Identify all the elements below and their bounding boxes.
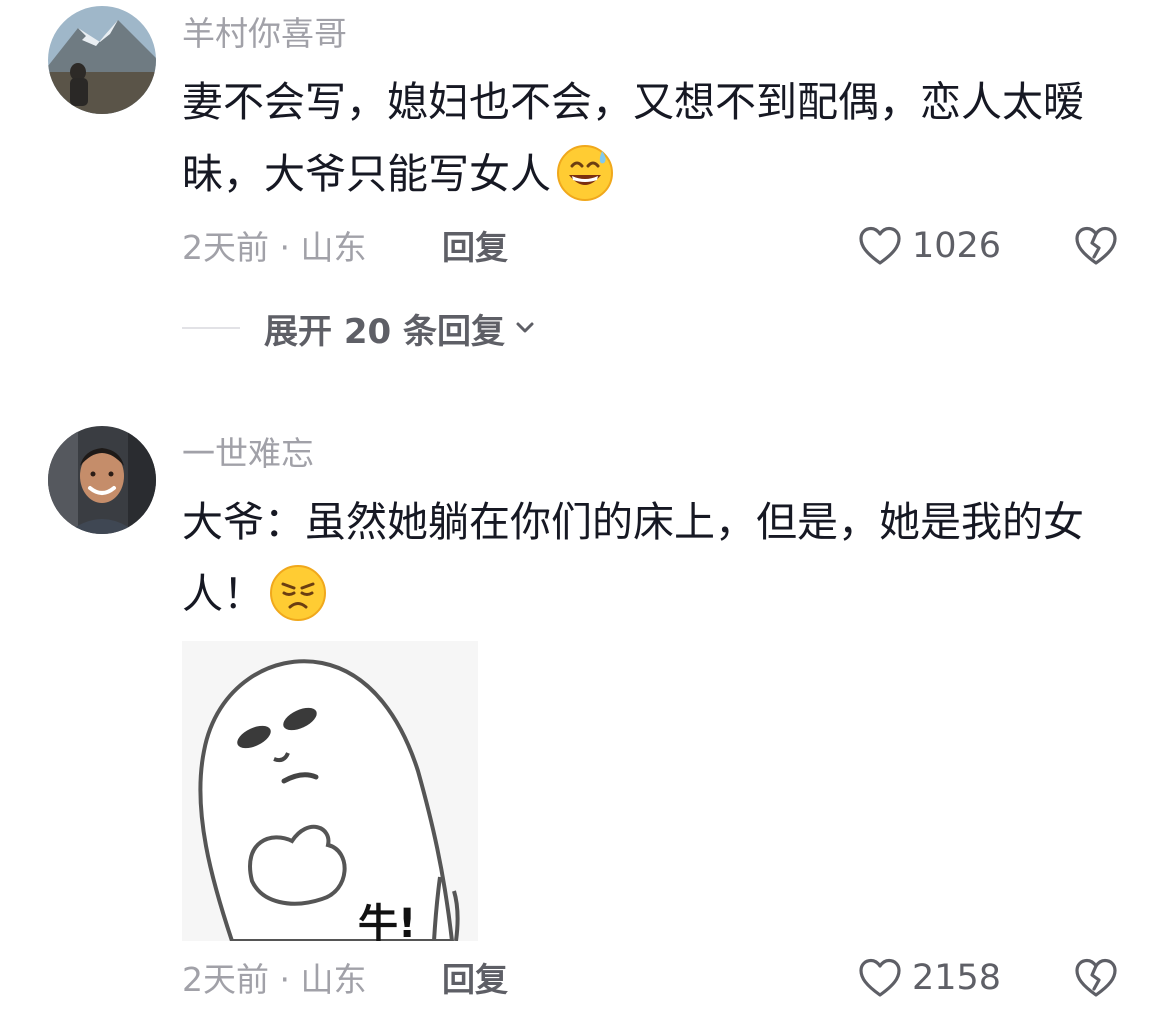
grinning-sweat-emoji-icon [555, 143, 615, 203]
sticker-caption: 牛! [358, 901, 417, 941]
expand-replies[interactable]: 展开 20 条回复 [182, 304, 539, 353]
avatar[interactable] [48, 426, 156, 534]
username[interactable]: 羊村你喜哥 [182, 14, 347, 54]
like-count: 2158 [912, 958, 1002, 998]
chevron-down-icon[interactable] [511, 314, 539, 342]
broken-heart-icon[interactable] [1072, 222, 1120, 270]
like-button[interactable]: 1026 [856, 222, 1001, 270]
annoyed-emoji-icon [268, 563, 328, 623]
comment-list: 羊村你喜哥 妻不会写，媳妇也不会，又想不到配偶，恋人太暧昧，大爷只能写女人 2天… [0, 0, 1170, 1023]
comment-meta: 2天前 · 山东 [182, 228, 367, 267]
username[interactable]: 一世难忘 [182, 434, 314, 474]
comment-text: 大爷：虽然她躺在你们的床上，但是，她是我的女人！ [182, 486, 1122, 630]
reply-button[interactable]: 回复 [442, 958, 508, 1002]
heart-outline-icon [859, 958, 901, 997]
like-button[interactable]: 2158 [856, 954, 1001, 1002]
comment-meta: 2天前 · 山东 [182, 960, 367, 999]
meme-sticker-image[interactable]: 牛! [182, 641, 478, 941]
reply-button[interactable]: 回复 [442, 226, 508, 270]
broken-heart-icon[interactable] [1072, 954, 1120, 1002]
comment-text: 妻不会写，媳妇也不会，又想不到配偶，恋人太暧昧，大爷只能写女人 [182, 66, 1122, 210]
comment-text-body: 妻不会写，媳妇也不会，又想不到配偶，恋人太暧昧，大爷只能写女人 [182, 78, 1084, 198]
expand-replies-label[interactable]: 展开 20 条回复 [264, 304, 505, 353]
heart-outline-icon [859, 226, 901, 265]
like-count: 1026 [912, 226, 1002, 266]
divider [182, 327, 240, 329]
avatar[interactable] [48, 6, 156, 114]
